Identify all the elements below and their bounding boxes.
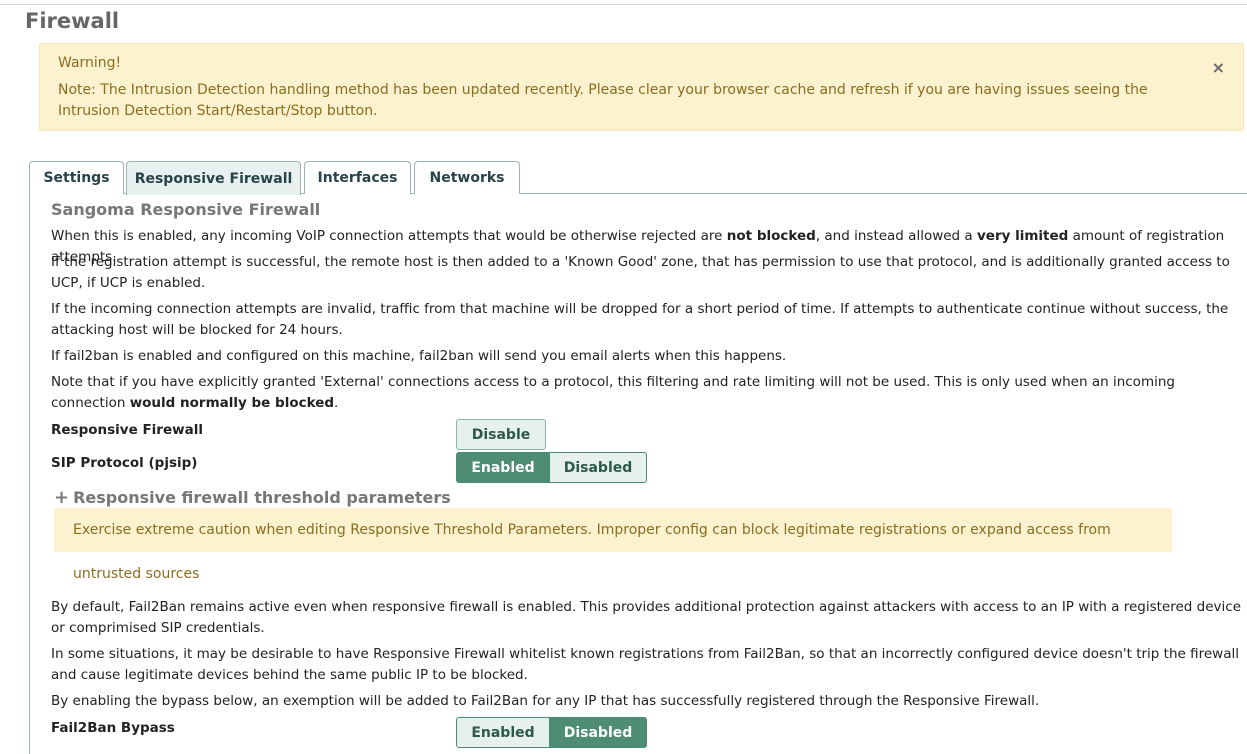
fail2ban-alerts-paragraph: If fail2ban is enabled and configured on… (51, 348, 787, 364)
fail2ban-enabled-button[interactable]: Enabled (456, 717, 550, 748)
top-divider (0, 4, 1247, 5)
tab-bar: Settings Responsive Firewall Interfaces … (29, 161, 1247, 195)
sip-enabled-button[interactable]: Enabled (456, 452, 550, 483)
text-segment: . (334, 395, 339, 411)
emphasis-text: would normally be blocked (129, 395, 335, 411)
plus-icon: + (54, 487, 70, 508)
sip-protocol-label: SIP Protocol (pjsip) (51, 455, 198, 471)
tab-interfaces[interactable]: Interfaces (304, 161, 411, 194)
close-icon[interactable]: × (1212, 58, 1225, 77)
fail2ban-bypass-paragraph: By enabling the bypass below, an exempti… (51, 693, 1040, 709)
fail2ban-bypass-label: Fail2Ban Bypass (51, 720, 175, 736)
warning-alert: Warning! Note: The Intrusion Detection h… (39, 43, 1244, 131)
tab-responsive-firewall[interactable]: Responsive Firewall (126, 161, 301, 195)
section-title: Sangoma Responsive Firewall (51, 200, 321, 219)
emphasis-text: very limited (976, 228, 1069, 244)
disable-button[interactable]: Disable (456, 419, 546, 450)
warning-title: Warning! (58, 55, 122, 71)
page-title: Firewall (25, 9, 120, 33)
responsive-firewall-label: Responsive Firewall (51, 422, 203, 438)
caution-alert: Exercise extreme caution when editing Re… (54, 508, 1172, 582)
fail2ban-disabled-button[interactable]: Disabled (550, 717, 647, 748)
text-segment: , and instead allowed a (815, 228, 977, 244)
sip-disabled-button[interactable]: Disabled (550, 452, 647, 483)
threshold-parameters-toggle[interactable]: + Responsive firewall threshold parameter… (54, 487, 451, 508)
emphasis-text: not blocked (726, 228, 816, 244)
external-note-paragraph: Note that if you have explicitly granted… (51, 372, 1241, 414)
warning-body: Note: The Intrusion Detection handling m… (58, 82, 1148, 119)
threshold-title: Responsive firewall threshold parameters (73, 488, 451, 507)
text-segment: When this is enabled, any incoming VoIP … (51, 228, 727, 244)
fail2ban-default-paragraph: By default, Fail2Ban remains active even… (51, 599, 1242, 636)
tab-networks[interactable]: Networks (414, 161, 520, 194)
tab-settings[interactable]: Settings (29, 161, 124, 194)
registration-paragraph: If the registration attempt is successfu… (51, 254, 1230, 291)
fail2ban-whitelist-paragraph: In some situations, it may be desirable … (51, 646, 1239, 683)
invalid-attempts-paragraph: If the incoming connection attempts are … (51, 301, 1229, 338)
tab-content: Sangoma Responsive Firewall When this is… (29, 194, 1247, 754)
